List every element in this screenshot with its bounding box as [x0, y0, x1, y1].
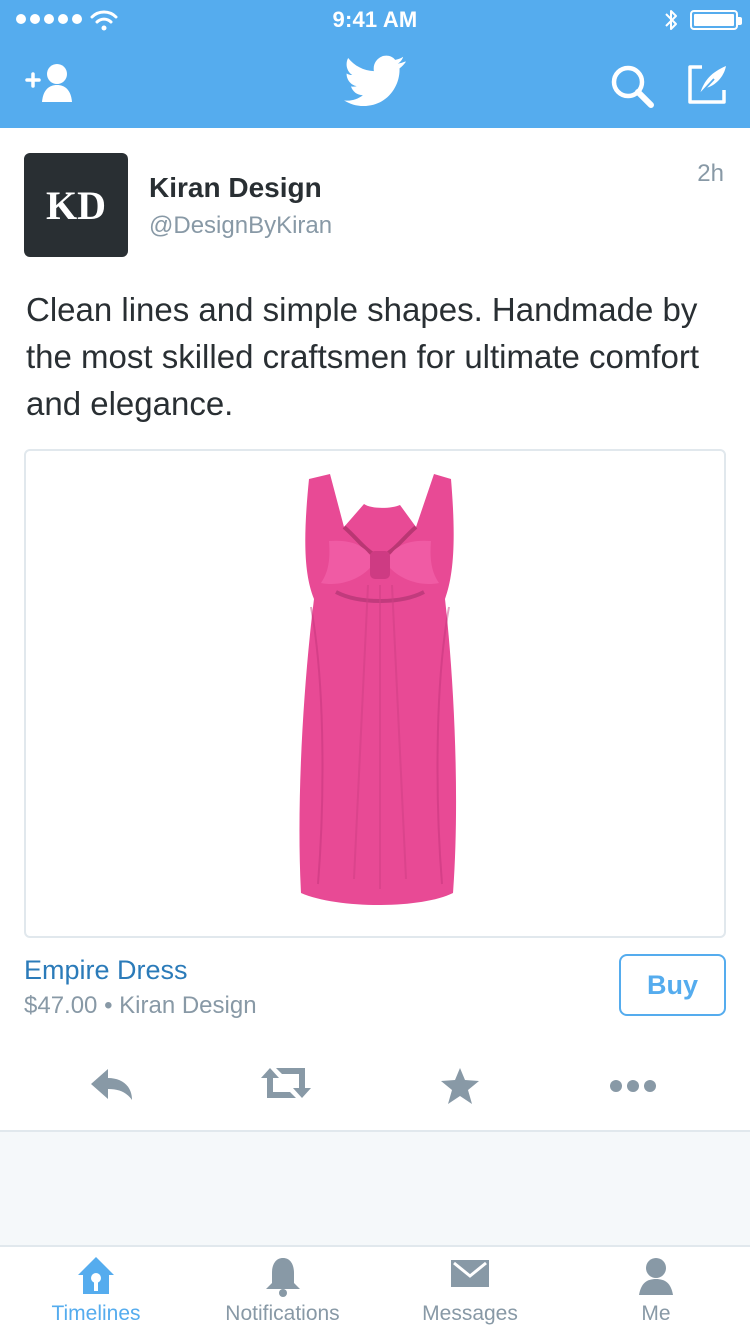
add-user-icon[interactable]	[24, 60, 76, 104]
tab-notifications[interactable]: Notifications	[205, 1247, 360, 1334]
tab-label: Notifications	[225, 1302, 340, 1325]
more-icon[interactable]	[608, 1066, 658, 1106]
tab-label: Timelines	[51, 1302, 141, 1325]
bluetooth-icon	[665, 10, 677, 30]
tweet[interactable]: KD Kiran Design @DesignByKiran 2h Clean …	[0, 128, 750, 1130]
retweet-icon[interactable]	[259, 1066, 313, 1100]
tab-label: Messages	[422, 1302, 518, 1325]
product-card[interactable]	[24, 449, 726, 938]
bell-icon	[265, 1258, 300, 1297]
product-title[interactable]: Empire Dress	[24, 955, 188, 986]
author-name[interactable]: Kiran Design	[149, 172, 322, 204]
buy-button[interactable]: Buy	[619, 954, 726, 1016]
status-time: 9:41 AM	[332, 7, 418, 32]
battery-icon	[690, 10, 742, 30]
tab-me[interactable]: Me	[608, 1247, 704, 1334]
top-header: 9:41 AM	[0, 0, 750, 128]
tab-bar: Timelines Notifications Messages Me	[0, 1247, 750, 1334]
battery-level	[694, 14, 734, 26]
avatar[interactable]: KD	[24, 153, 128, 257]
favorite-icon[interactable]	[439, 1066, 481, 1106]
person-icon	[639, 1258, 673, 1295]
tweet-text: Clean lines and simple shapes. Handmade …	[26, 291, 700, 422]
reply-icon[interactable]	[89, 1066, 135, 1104]
envelope-icon	[451, 1260, 489, 1287]
battery-tip	[738, 17, 742, 25]
twitter-bird-logo	[344, 55, 406, 107]
search-icon[interactable]	[608, 62, 656, 110]
pink-dress-image	[299, 474, 457, 905]
home-icon	[78, 1257, 114, 1294]
navigation-bar	[0, 40, 750, 128]
author-handle[interactable]: @DesignByKiran	[149, 212, 332, 240]
timestamp: 2h	[697, 160, 724, 187]
tweet-actions	[0, 1058, 750, 1118]
timeline-background	[0, 1132, 750, 1245]
tab-label: Me	[641, 1302, 671, 1325]
tab-messages[interactable]: Messages	[405, 1247, 535, 1334]
product-meta: $47.00 • Kiran Design	[24, 992, 257, 1019]
tab-timelines[interactable]: Timelines	[26, 1247, 166, 1334]
compose-icon[interactable]	[684, 62, 730, 106]
status-bar: 9:41 AM	[0, 0, 750, 40]
